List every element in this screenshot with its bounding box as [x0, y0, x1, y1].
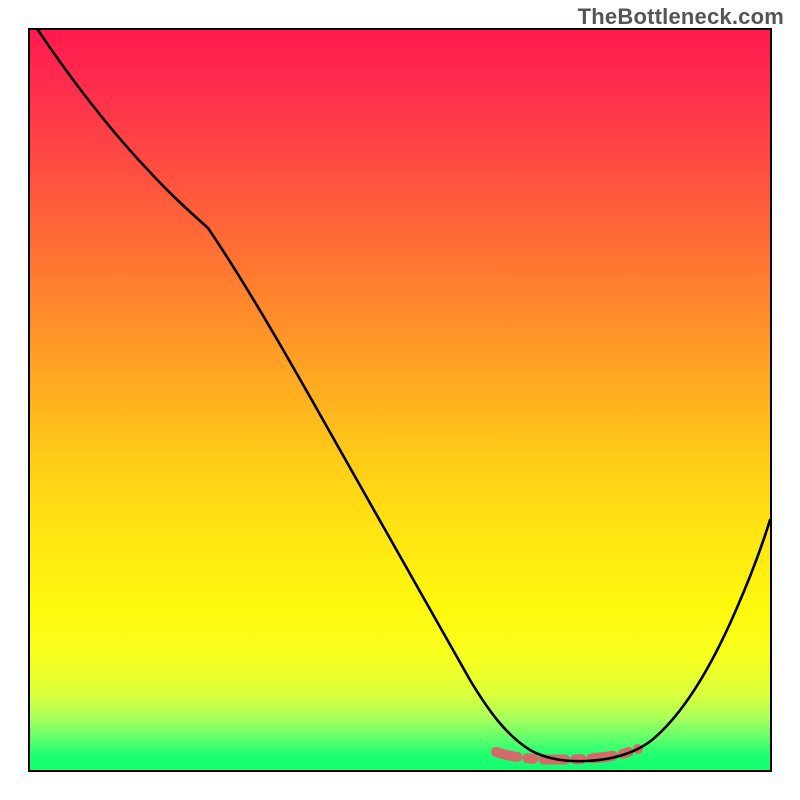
bottleneck-curve-path — [38, 30, 770, 761]
watermark-text: TheBottleneck.com — [578, 4, 784, 30]
chart-root: TheBottleneck.com — [0, 0, 800, 800]
chart-svg — [30, 30, 770, 770]
optimal-range-marker — [496, 744, 643, 760]
plot-area — [28, 28, 772, 772]
